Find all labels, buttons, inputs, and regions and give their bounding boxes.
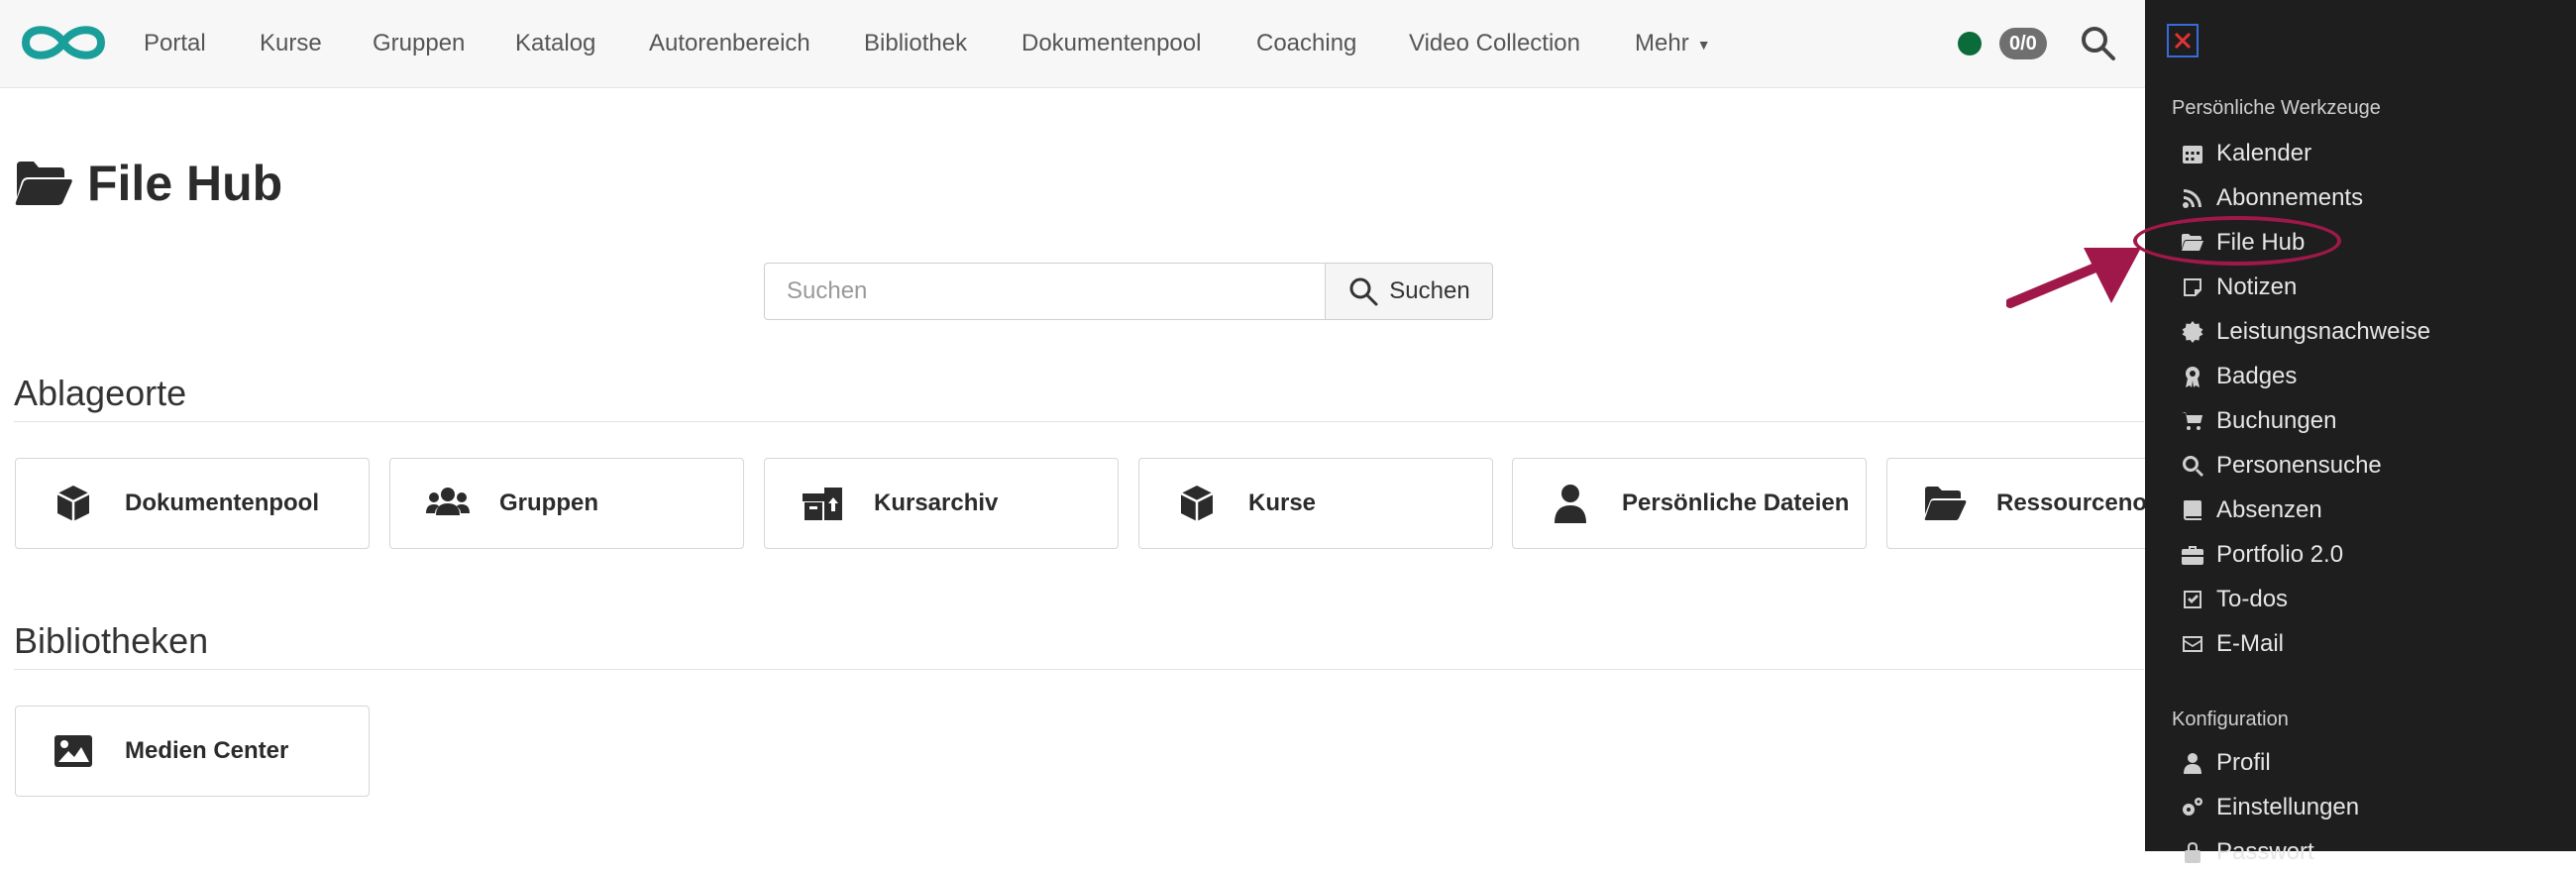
section-divider — [14, 669, 2144, 670]
nav-item-video-collection[interactable]: Video Collection — [1409, 0, 1580, 87]
book-icon — [2184, 500, 2201, 520]
personal-tools-panel: Persönliche Werkzeuge Kalender Abonnemen… — [2145, 0, 2576, 865]
panel-item-label: Portfolio 2.0 — [2216, 541, 2344, 568]
section-title-libraries: Bibliotheken — [14, 620, 209, 661]
section-divider — [14, 421, 2144, 422]
calendar-icon — [2183, 146, 2202, 164]
panel-item-profil[interactable]: Profil — [2181, 743, 2271, 783]
shopping-cart-icon — [2182, 412, 2202, 430]
library-card-medien-center[interactable]: Medien Center — [15, 706, 370, 797]
nav-item-kurse[interactable]: Kurse — [260, 0, 322, 87]
folder-open-icon — [1924, 487, 1967, 520]
panel-item-label: Leistungsnachweise — [2216, 318, 2431, 345]
location-card-kursarchiv[interactable]: Kursarchiv — [764, 458, 1119, 549]
user-icon — [2184, 753, 2201, 774]
cube-icon — [1180, 486, 1214, 521]
panel-item-abonnements[interactable]: Abonnements — [2181, 178, 2363, 218]
briefcase-icon — [2182, 546, 2203, 565]
award-icon — [2186, 367, 2200, 387]
folder-open-icon — [2182, 234, 2203, 251]
location-card-kurse[interactable]: Kurse — [1138, 458, 1493, 549]
nav-item-bibliothek[interactable]: Bibliothek — [864, 0, 967, 87]
panel-item-label: E-Mail — [2216, 630, 2285, 657]
nav-more-label: Mehr — [1635, 30, 1689, 56]
online-status-icon[interactable] — [1958, 32, 1982, 55]
page-title-text: File Hub — [87, 156, 283, 211]
location-card-label: Kursarchiv — [874, 490, 999, 516]
panel-item-label: Badges — [2216, 363, 2298, 389]
panel-item-todos[interactable]: To-dos — [2181, 580, 2288, 619]
panel-item-leistungsnachweise[interactable]: Leistungsnachweise — [2181, 312, 2430, 352]
panel-item-label: Passwort — [2216, 838, 2314, 865]
nav-item-coaching[interactable]: Coaching — [1256, 0, 1356, 87]
cube-icon — [56, 486, 90, 521]
rss-icon — [2183, 189, 2201, 208]
checkbox-icon — [2184, 591, 2201, 608]
panel-item-badges[interactable]: Badges — [2181, 357, 2297, 396]
file-hub-search: Suchen — [764, 263, 1493, 320]
location-card-label: Dokumentenpool — [125, 490, 319, 516]
nav-item-mehr[interactable]: Mehr ▼ — [1635, 0, 1711, 87]
location-card-dokumentenpool[interactable]: Dokumentenpool — [15, 458, 370, 549]
panel-item-kalender[interactable]: Kalender — [2181, 134, 2311, 173]
location-card-label: Persönliche Dateien — [1622, 490, 1850, 516]
nav-item-dokumentenpool[interactable]: Dokumentenpool — [1021, 0, 1201, 87]
location-card-label: Kurse — [1248, 490, 1317, 516]
panel-item-label: Personensuche — [2216, 452, 2382, 479]
folder-open-icon — [15, 162, 72, 205]
search-icon — [2183, 456, 2203, 477]
notification-counter-badge[interactable]: 0/0 — [1999, 28, 2047, 59]
caret-down-icon: ▼ — [1696, 36, 1711, 53]
panel-item-label: Abonnements — [2216, 184, 2364, 211]
search-input[interactable] — [764, 263, 1325, 320]
panel-item-file-hub[interactable]: File Hub — [2181, 223, 2305, 263]
search-icon[interactable] — [2079, 24, 2118, 63]
close-icon — [2174, 32, 2192, 50]
close-panel-button[interactable] — [2167, 24, 2199, 57]
page-title: File Hub — [14, 149, 282, 218]
search-button-label: Suchen — [1389, 277, 1470, 304]
panel-item-buchungen[interactable]: Buchungen — [2181, 401, 2336, 441]
panel-item-label: File Hub — [2216, 229, 2306, 256]
panel-item-label: Notizen — [2216, 273, 2298, 300]
search-button[interactable]: Suchen — [1325, 263, 1493, 320]
lock-icon — [2185, 842, 2200, 863]
panel-item-absenzen[interactable]: Absenzen — [2181, 490, 2322, 530]
panel-item-einstellungen[interactable]: Einstellungen — [2181, 788, 2359, 827]
panel-item-email[interactable]: E-Mail — [2181, 624, 2284, 664]
panel-item-portfolio[interactable]: Portfolio 2.0 — [2181, 535, 2343, 575]
panel-item-personensuche[interactable]: Personensuche — [2181, 446, 2382, 486]
image-icon — [54, 735, 92, 767]
panel-item-label: Absenzen — [2216, 496, 2322, 523]
location-card-persoenliche-dateien[interactable]: Persönliche Dateien — [1512, 458, 1867, 549]
users-icon — [426, 488, 470, 515]
panel-item-label: Einstellungen — [2216, 794, 2360, 820]
user-icon — [1555, 485, 1586, 523]
pointer-arrow-annotation — [2006, 248, 2141, 308]
envelope-icon — [2183, 636, 2202, 652]
nav-item-portal[interactable]: Portal — [144, 0, 206, 87]
certificate-icon — [2182, 321, 2203, 343]
sticky-note-icon — [2184, 278, 2201, 296]
panel-item-label: Buchungen — [2216, 407, 2337, 434]
panel-item-label: Profil — [2216, 749, 2271, 776]
openolat-logo-icon[interactable] — [18, 18, 109, 67]
location-card-label: Gruppen — [499, 490, 598, 516]
location-card-gruppen[interactable]: Gruppen — [389, 458, 744, 549]
search-icon — [1349, 277, 1378, 306]
gears-icon — [2183, 798, 2202, 816]
panel-heading-tools: Persönliche Werkzeuge — [2172, 97, 2381, 119]
box-archive-icon — [803, 488, 842, 520]
nav-item-katalog[interactable]: Katalog — [515, 0, 595, 87]
panel-heading-config: Konfiguration — [2172, 708, 2289, 730]
panel-item-notizen[interactable]: Notizen — [2181, 268, 2297, 307]
panel-item-label: To-dos — [2216, 586, 2289, 612]
nav-item-gruppen[interactable]: Gruppen — [373, 0, 465, 87]
library-card-label: Medien Center — [125, 737, 289, 764]
nav-item-autorenbereich[interactable]: Autorenbereich — [649, 0, 810, 87]
section-title-locations: Ablageorte — [14, 373, 187, 413]
panel-item-label: Kalender — [2216, 140, 2312, 166]
panel-item-passwort[interactable]: Passwort — [2181, 832, 2314, 872]
